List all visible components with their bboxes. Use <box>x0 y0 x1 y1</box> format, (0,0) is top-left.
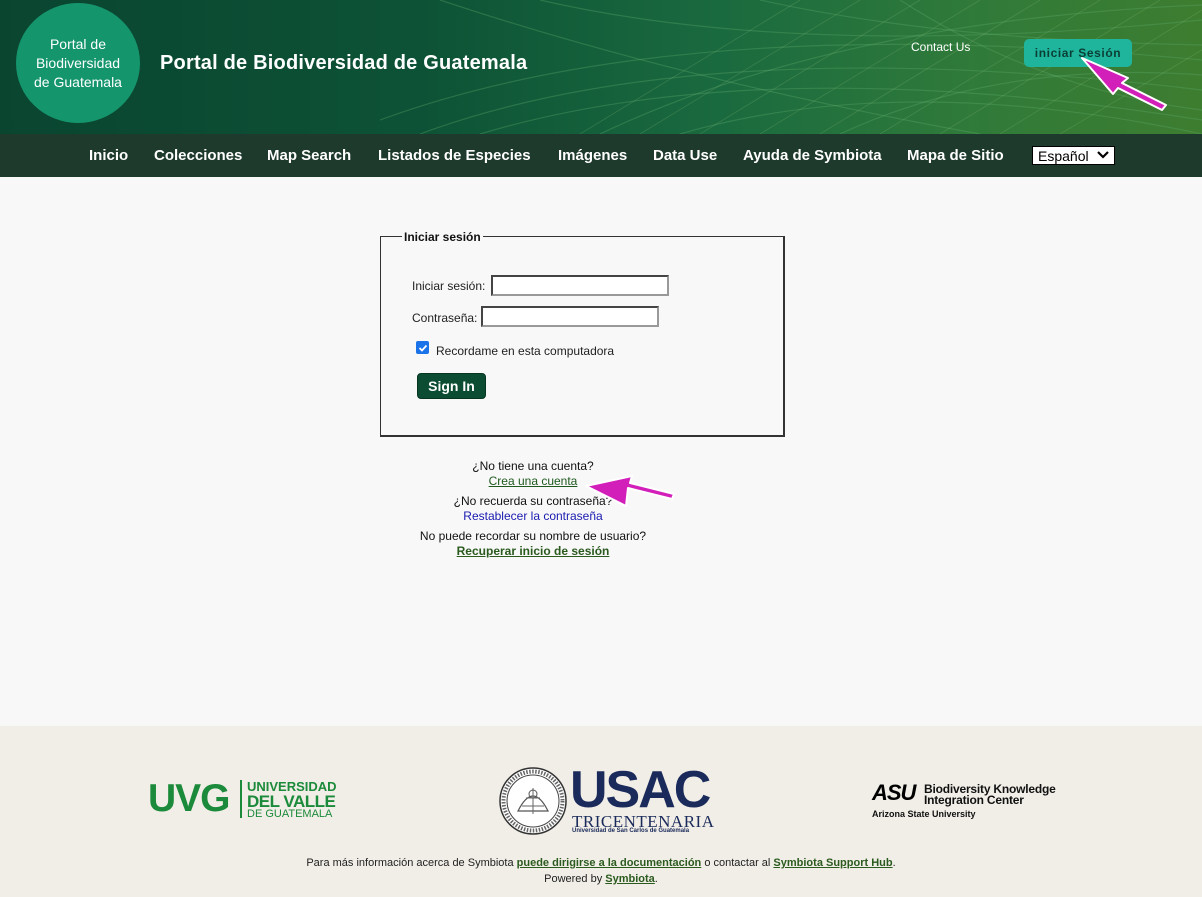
language-selected: Español <box>1038 147 1089 164</box>
chevron-down-icon <box>1097 151 1109 159</box>
login-fieldset <box>380 236 785 437</box>
asu-university-name: Arizona State University <box>872 809 976 819</box>
footer-info-text: Para más información acerca de Symbiota … <box>0 857 1202 869</box>
uvg-name-line-3: DE GUATEMALA <box>247 808 333 820</box>
site-title[interactable]: Portal de Biodiversidad de Guatemala <box>160 52 527 75</box>
nav-item-inicio[interactable]: Inicio <box>89 147 128 164</box>
site-header: Portal de Biodiversidad de Guatemala Por… <box>0 0 1202 134</box>
nav-item-map-search[interactable]: Map Search <box>267 147 351 164</box>
no-account-question: ¿No tiene una cuenta? <box>472 459 594 473</box>
logo-line-3: de Guatemala <box>34 73 122 90</box>
checkmark-icon <box>418 344 427 352</box>
uvg-abbr: UVG <box>148 777 231 820</box>
powered-suffix: . <box>654 873 658 885</box>
asu-mark: ASU <box>872 780 916 805</box>
password-label: Contraseña: <box>412 311 478 325</box>
login-legend: Iniciar sesión <box>402 230 483 244</box>
usac-university-name: Universidad de San Carlos de Guatemala <box>572 828 690 834</box>
usac-name: USAC <box>570 761 711 819</box>
documentation-link[interactable]: puede dirigirse a la documentación <box>517 857 702 869</box>
username-input[interactable] <box>491 275 669 296</box>
uvg-divider <box>240 780 242 818</box>
nav-item-listados[interactable]: Listados de Especies <box>378 147 531 164</box>
reset-password-link[interactable]: Restablecer la contraseña <box>463 509 602 523</box>
main-navigation: Inicio Colecciones Map Search Listados d… <box>0 134 1202 177</box>
recover-login-link[interactable]: Recuperar inicio de sesión <box>457 544 610 558</box>
footer-info-prefix: Para más información acerca de Symbiota <box>306 857 517 869</box>
nav-item-imagenes[interactable]: Imágenes <box>558 147 627 164</box>
nav-item-mapa-sitio[interactable]: Mapa de Sitio <box>907 147 1004 164</box>
remember-label[interactable]: Recordame en esta computadora <box>436 344 614 358</box>
nav-item-colecciones[interactable]: Colecciones <box>154 147 242 164</box>
support-hub-link[interactable]: Symbiota Support Hub <box>773 857 892 869</box>
create-account-link[interactable]: Crea una cuenta <box>489 474 578 488</box>
logo-line-2: Biodiversidad <box>35 54 121 71</box>
contact-us-link[interactable]: Contact Us <box>911 40 970 54</box>
login-button[interactable]: iniciar Sesión <box>1024 39 1132 67</box>
asu-bkic-logo[interactable]: ASU Biodiversity Knowledge Integration C… <box>872 781 1072 821</box>
powered-by-text: Powered by Symbiota. <box>0 873 1202 885</box>
remember-checkbox[interactable] <box>416 341 429 354</box>
bkic-name-line-2: Integration Center <box>924 793 1024 807</box>
usac-seal-icon <box>499 767 567 835</box>
language-select[interactable]: Español <box>1032 146 1115 165</box>
sign-in-button[interactable]: Sign In <box>417 373 486 399</box>
forgot-username-question: No puede recordar su nombre de usuario? <box>419 529 647 543</box>
symbiota-link[interactable]: Symbiota <box>605 873 655 885</box>
uvg-logo[interactable]: UVG UNIVERSIDAD DEL VALLE DE GUATEMALA <box>148 778 338 820</box>
password-input[interactable] <box>481 306 659 327</box>
username-label: Iniciar sesión: <box>412 279 486 293</box>
logo-line-1: Portal de <box>49 35 107 52</box>
nav-item-ayuda[interactable]: Ayuda de Symbiota <box>743 147 882 164</box>
powered-prefix: Powered by <box>544 873 606 885</box>
portal-logo[interactable]: Portal de Biodiversidad de Guatemala <box>16 3 140 123</box>
nav-item-data-use[interactable]: Data Use <box>653 147 717 164</box>
forgot-password-question: ¿No recuerda su contraseña? <box>453 494 613 508</box>
usac-logo[interactable]: USAC TRICENTENARIA Universidad de San Ca… <box>498 761 714 837</box>
footer-info-middle: o contactar al <box>701 857 774 869</box>
footer-info-suffix: . <box>892 857 896 869</box>
